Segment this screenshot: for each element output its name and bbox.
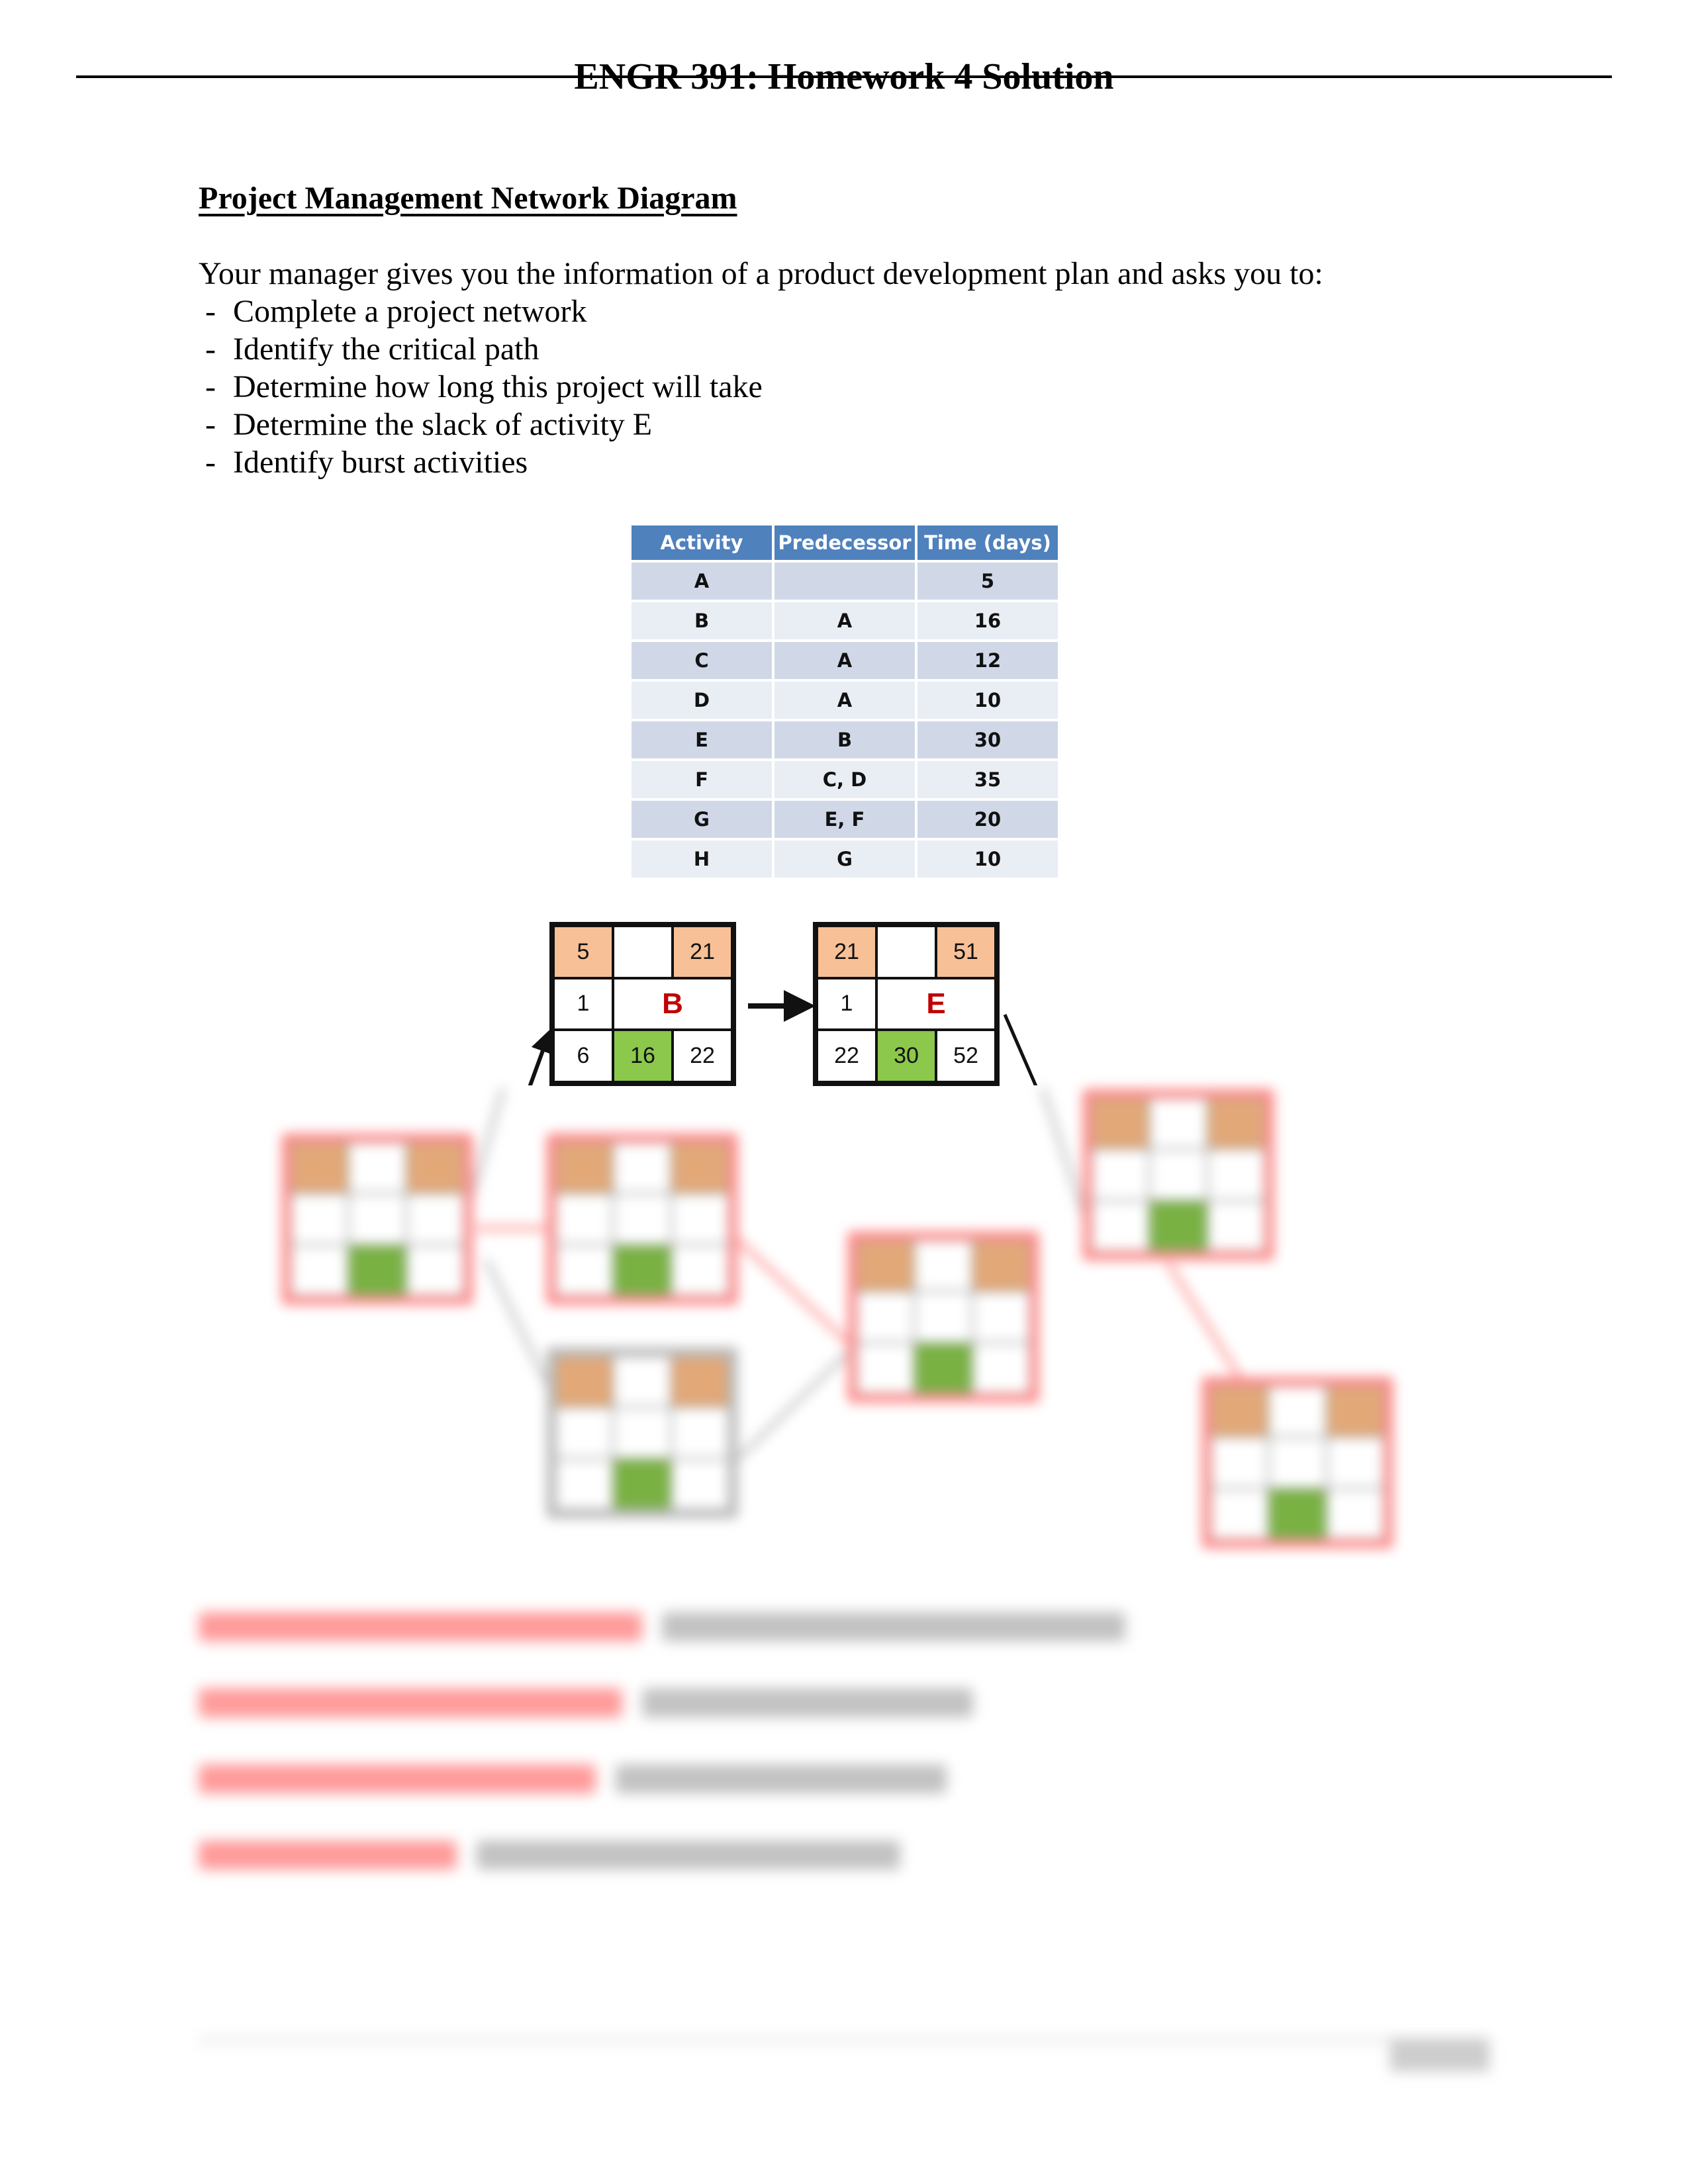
table-row: F C, D 35 [632,761,1058,798]
node-activity-label: B [613,978,732,1030]
column-header-time: Time (days) [917,525,1058,560]
blurred-answer-duration [199,1664,1125,1741]
table-row: D A 10 [632,682,1058,719]
cell-time: 16 [917,602,1058,639]
task-item: - Identify the critical path [199,330,763,368]
task-bullet: - [205,407,216,442]
blurred-answer-slack [199,1741,1125,1817]
task-text: Identify burst activities [233,445,528,480]
network-node-b: 5 21 1 B 6 16 22 [549,922,736,1086]
blurred-connector [477,1226,549,1231]
column-header-predecessor: Predecessor [774,525,915,560]
cell-time: 10 [917,682,1058,719]
node-duration: 16 [613,1030,673,1082]
table-row: B A 16 [632,602,1058,639]
intro-text: Your manager gives you the information o… [199,256,1323,291]
document-title: ENGR 391: Homework 4 Solution [574,56,1114,97]
cell-activity: G [632,801,772,838]
blurred-answers [199,1588,1125,1893]
cell-activity: F [632,761,772,798]
blurred-answer-critical-path [199,1588,1125,1664]
cell-activity: C [632,642,772,679]
cell-time: 10 [917,841,1058,878]
table-row: E B 30 [632,721,1058,758]
connector-out-of-e [1003,1014,1038,1085]
table-row: C A 12 [632,642,1058,679]
table-row: G E, F 20 [632,801,1058,838]
task-item: - Determine the slack of activity E [199,406,763,443]
node-late-start: 22 [817,1030,876,1082]
node-early-finish: 51 [936,926,996,978]
cell-activity: H [632,841,772,878]
cell-predecessor: C, D [774,761,915,798]
cell-predecessor: G [774,841,915,878]
cell-activity: B [632,602,772,639]
task-bullet: - [205,445,216,480]
task-item: - Determine how long this project will ta… [199,368,763,406]
table-row: H G 10 [632,841,1058,878]
cell-activity: E [632,721,772,758]
column-header-activity: Activity [632,525,772,560]
node-early-start: 5 [553,926,613,978]
task-list: - Complete a project network - Identify th… [199,293,763,481]
task-text: Determine the slack of activity E [233,407,653,442]
cell-time: 30 [917,721,1058,758]
node-late-finish: 52 [936,1030,996,1082]
network-node-e: 21 51 1 E 22 30 52 [813,922,1000,1086]
blurred-node [1082,1089,1274,1261]
node-top-middle [613,926,673,978]
cell-time: 35 [917,761,1058,798]
activity-table: Activity Predecessor Time (days) A5 B A 16… [629,523,1060,880]
node-late-start: 6 [553,1030,613,1082]
cell-time: 5 [917,563,1058,600]
node-slack: 1 [817,978,876,1030]
cell-predecessor: E, F [774,801,915,838]
cell-time: 20 [917,801,1058,838]
cell-activity: D [632,682,772,719]
cell-predecessor: A [774,642,915,679]
task-text: Determine how long this project will tak… [233,369,763,404]
task-item: - Complete a project network [199,293,763,330]
blurred-footer [199,2025,1489,2071]
cell-predecessor: A [774,602,915,639]
cell-activity: A [632,563,772,600]
task-bullet: - [205,332,216,367]
cell-time: 12 [917,642,1058,679]
blurred-node [546,1347,738,1519]
task-text: Complete a project network [233,294,587,329]
node-top-middle [876,926,936,978]
node-duration: 30 [876,1030,936,1082]
blurred-node [281,1133,473,1305]
cell-predecessor: A [774,682,915,719]
task-text: Identify the critical path [233,332,539,367]
node-activity-label: E [876,978,996,1030]
blurred-answer-burst [199,1817,1125,1893]
node-early-start: 21 [817,926,876,978]
blurred-node [847,1231,1039,1403]
cell-predecessor: B [774,721,915,758]
table-header-row: Activity Predecessor Time (days) [632,525,1058,560]
node-slack: 1 [553,978,613,1030]
blurred-connector [736,1238,851,1346]
task-bullet: - [205,369,216,404]
footer-rule [199,2037,1489,2044]
node-late-finish: 22 [673,1030,732,1082]
table-row: A5 [632,563,1058,600]
section-heading: Project Management Network Diagram [199,181,737,216]
task-item: - Identify burst activities [199,443,763,481]
page-number [1390,2038,1489,2071]
cell-predecessor [774,563,915,600]
node-early-finish: 21 [673,926,732,978]
task-bullet: - [205,294,216,329]
blurred-node [1201,1377,1393,1549]
connector-into-b [528,1028,554,1085]
blurred-node [546,1133,738,1305]
